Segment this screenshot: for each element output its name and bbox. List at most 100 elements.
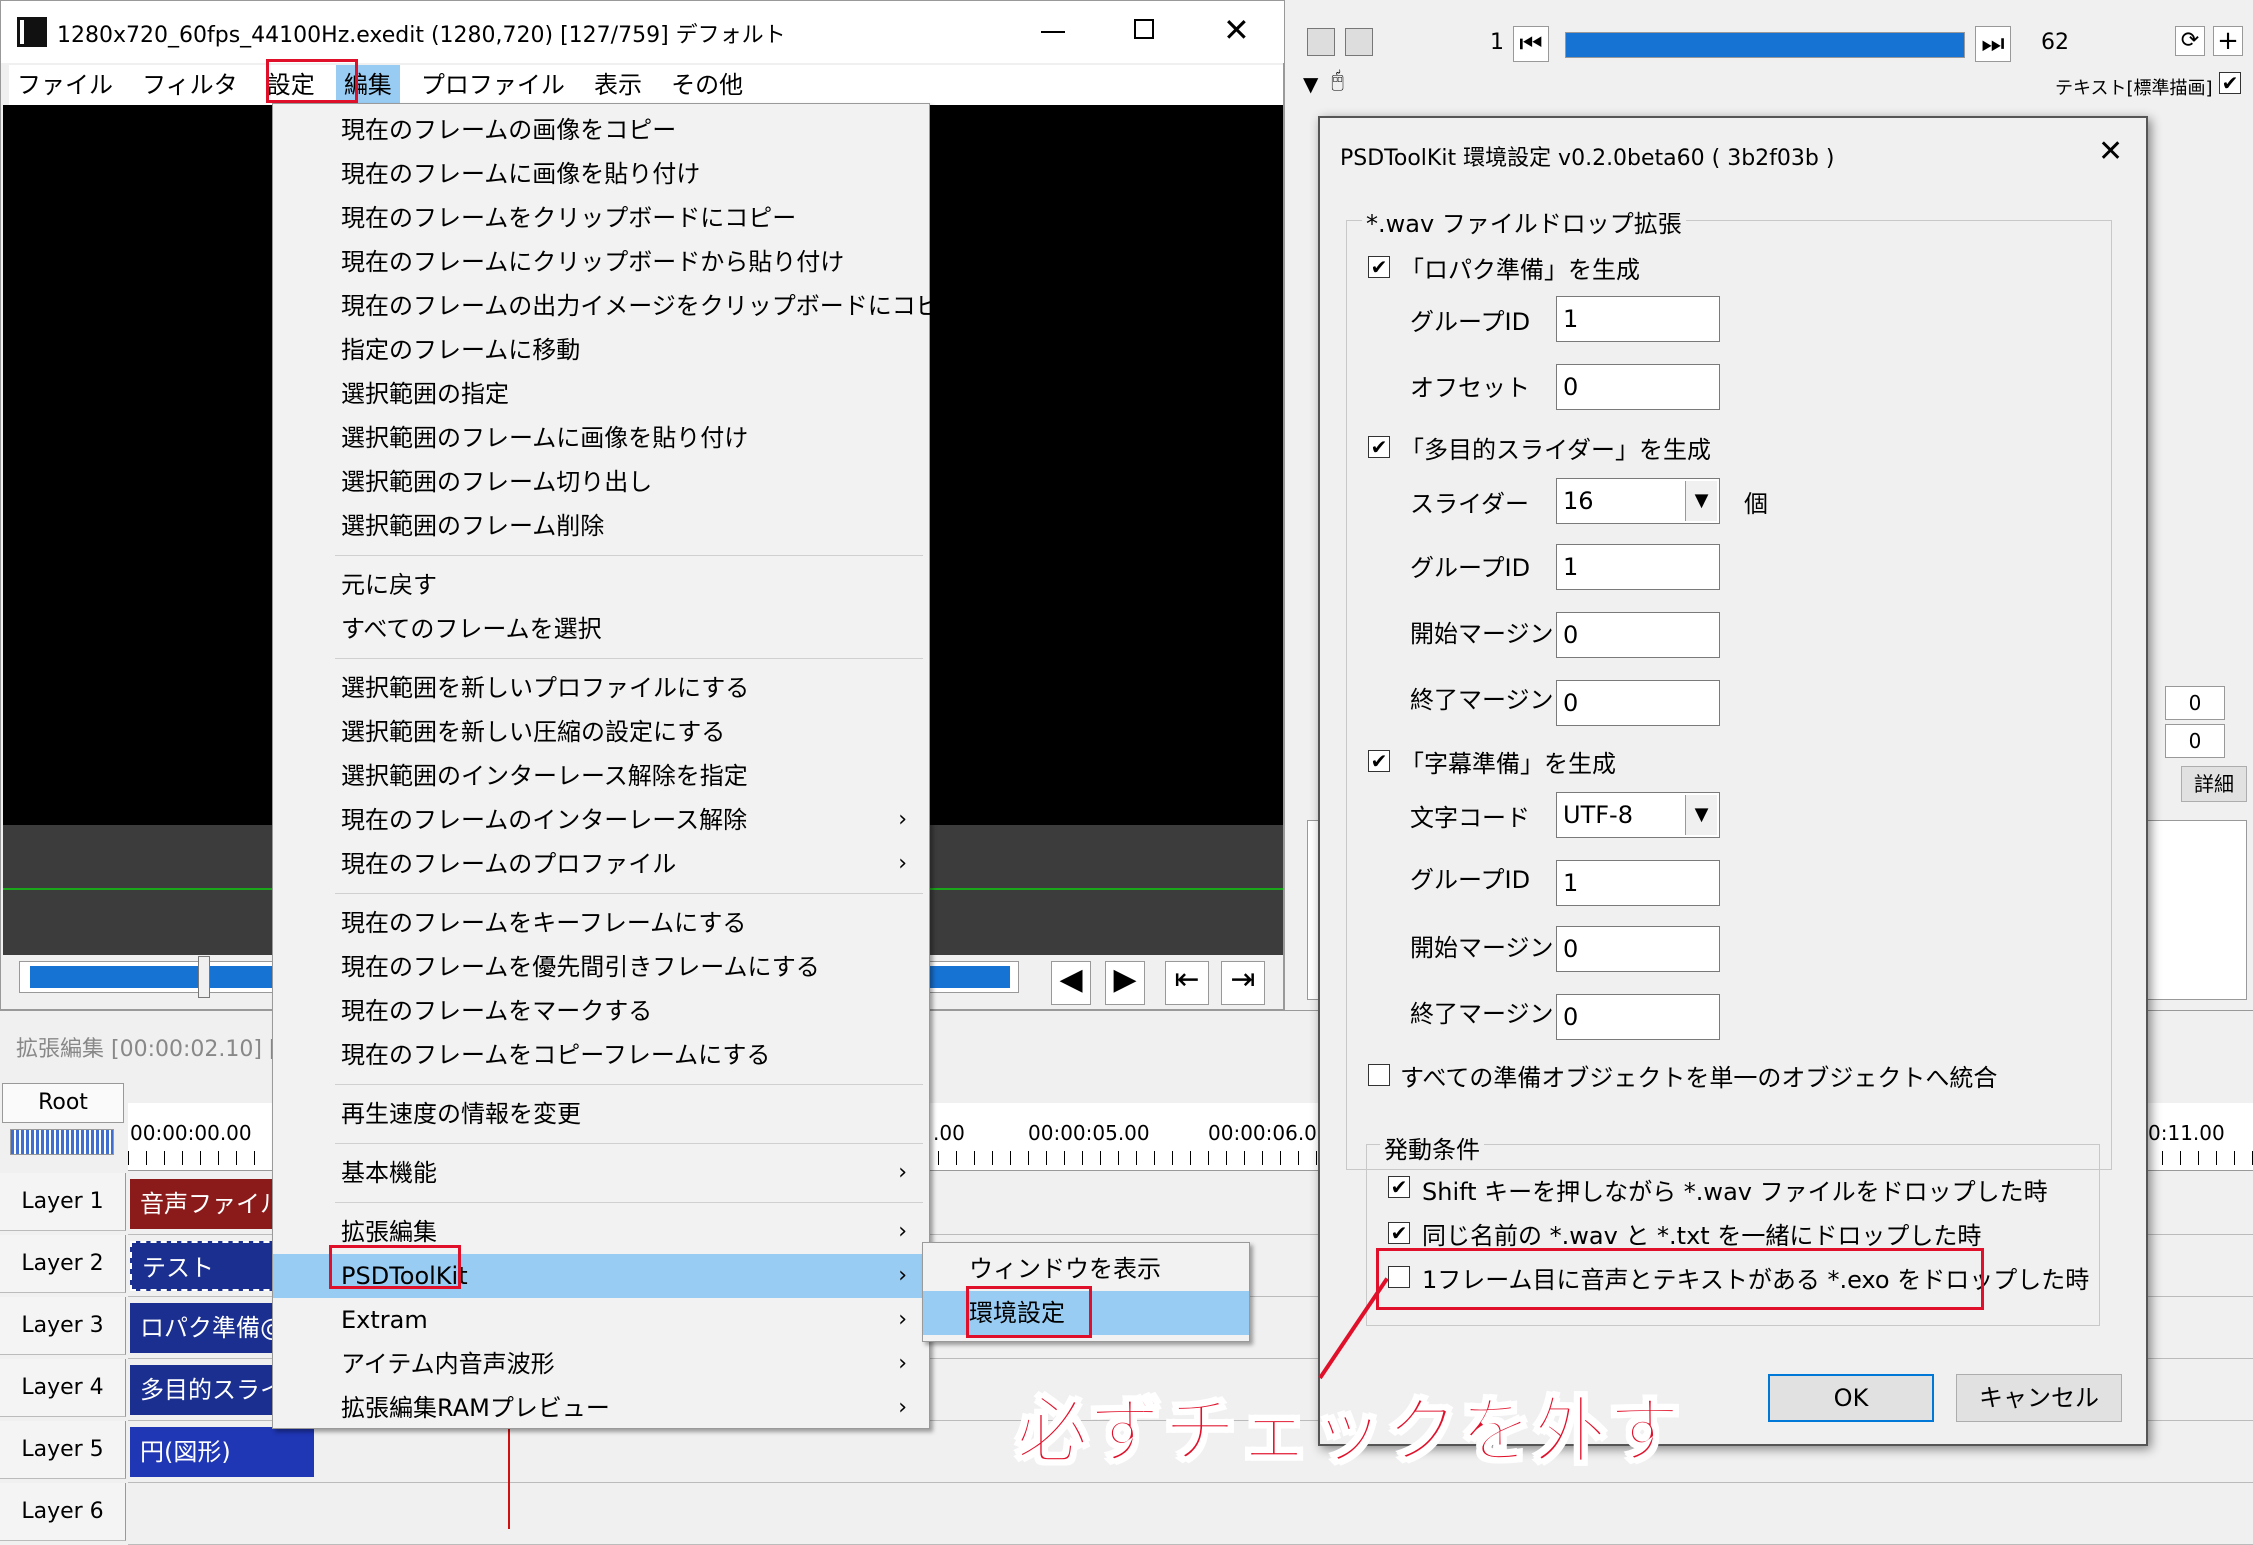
edit-menu-item[interactable]: 選択範囲のフレームに画像を貼り付け	[273, 416, 929, 460]
edit-menu-item[interactable]: 現在のフレームのインターレース解除 ›	[273, 798, 929, 842]
edit-menu-item[interactable]: すべてのフレームを選択	[273, 607, 929, 651]
edit-menu-item[interactable]: 基本機能 ›	[273, 1151, 929, 1195]
layer-row[interactable]	[128, 1483, 2253, 1545]
edit-menu-item[interactable]: 現在のフレームのプロファイル ›	[273, 842, 929, 886]
trigger-same-name-checkbox[interactable]: ✔	[1388, 1222, 1410, 1244]
jump-end-button[interactable]: ⇥	[1221, 961, 1265, 1005]
clip-circle[interactable]: 円(図形)	[130, 1427, 314, 1477]
slider-count-select[interactable]: 16 ▼	[1556, 478, 1720, 524]
panel-icon-1[interactable]	[1307, 28, 1335, 56]
clip-audio-file[interactable]: 音声ファイル[標	[130, 1179, 290, 1229]
menu-file[interactable]: ファイル	[9, 65, 121, 105]
edit-menu-item[interactable]: 元に戻す	[273, 563, 929, 607]
chevron-down-icon[interactable]: ▼	[1303, 72, 1318, 96]
frame-start: 1	[1490, 30, 1504, 55]
edit-menu-item-label: 現在のフレームを優先間引きフレームにする	[341, 953, 820, 981]
layer-6-label[interactable]: Layer 6	[0, 1483, 126, 1541]
menu-separator	[335, 658, 923, 659]
menu-view[interactable]: 表示	[586, 65, 650, 105]
edit-menu-item-label: 現在のフレームをキーフレームにする	[341, 909, 747, 937]
trigger-exo-highlight-box	[1376, 1248, 1984, 1310]
layer-3-label[interactable]: Layer 3	[0, 1297, 126, 1355]
text-object-checkbox[interactable]: ✔	[2219, 72, 2241, 94]
chevron-right-icon: ›	[898, 1395, 907, 1420]
lipsync-group-id-input[interactable]: 1	[1556, 296, 1720, 342]
trigger-shift-checkbox[interactable]: ✔	[1388, 1176, 1410, 1198]
cancel-button[interactable]: キャンセル	[1956, 1374, 2122, 1422]
edit-menu-item[interactable]: 選択範囲を新しいプロファイルにする	[273, 666, 929, 710]
subtitle-group-id-input[interactable]: 1	[1556, 860, 1720, 906]
clip-lipsync[interactable]: ロパク準備@	[130, 1303, 290, 1353]
clip-text[interactable]: テスト	[130, 1241, 290, 1291]
menu-other[interactable]: その他	[663, 65, 751, 105]
refresh-icon[interactable]: ⟳	[2175, 26, 2205, 56]
chevron-down-icon[interactable]: ▼	[1685, 481, 1717, 521]
close-button[interactable]: ✕	[1223, 11, 1250, 49]
edit-menu-item[interactable]: 現在のフレームの画像をコピー	[273, 108, 929, 152]
edit-menu-item[interactable]: 現在のフレームの出力イメージをクリップボードにコピー	[273, 284, 964, 328]
slider-start-margin-input[interactable]: 0	[1556, 612, 1720, 658]
dialog-close-icon[interactable]: ✕	[2098, 134, 2123, 169]
edit-menu-item-label: すべてのフレームを選択	[341, 615, 602, 643]
spin-field-1[interactable]: 0	[2165, 686, 2225, 720]
slider-checkbox[interactable]: ✔	[1368, 436, 1390, 458]
edit-menu-item[interactable]: 再生速度の情報を変更	[273, 1092, 929, 1136]
minimize-button[interactable]	[1041, 31, 1065, 33]
subtitle-checkbox[interactable]: ✔	[1368, 750, 1390, 772]
trigger-same-name-label: 同じ名前の *.wav と *.txt を一緒にドロップした時	[1422, 1222, 1982, 1250]
menu-profile[interactable]: プロファイル	[413, 65, 573, 105]
edit-menu-item[interactable]: 現在のフレームをキーフレームにする	[273, 901, 929, 945]
menu-filter[interactable]: フィルタ	[134, 65, 246, 105]
edit-menu-item[interactable]: 選択範囲のインターレース解除を指定	[273, 754, 929, 798]
edit-menu-item[interactable]: 現在のフレームをコピーフレームにする	[273, 1033, 929, 1077]
jump-start-button[interactable]: ⇤	[1165, 961, 1209, 1005]
maximize-button[interactable]	[1134, 19, 1154, 39]
edit-menu-item[interactable]: アイテム内音声波形 ›	[273, 1342, 929, 1386]
chevron-right-icon: ›	[898, 1160, 907, 1185]
ok-button[interactable]: OK	[1768, 1374, 1934, 1422]
lipsync-offset-input[interactable]: 0	[1556, 364, 1720, 410]
subtitle-end-margin-input[interactable]: 0	[1556, 994, 1720, 1040]
edit-menu-item[interactable]: 選択範囲のフレーム削除	[273, 504, 929, 548]
prev-frame-button[interactable]: ◀	[1051, 961, 1091, 1005]
edit-menu-item-label: 拡張編集	[341, 1218, 437, 1246]
edit-menu-item[interactable]: 現在のフレームをマークする	[273, 989, 929, 1033]
edit-menu-item[interactable]: 現在のフレームをクリップボードにコピー	[273, 196, 929, 240]
subtitle-encoding-select[interactable]: UTF-8 ▼	[1556, 792, 1720, 838]
slider-group-id-input[interactable]: 1	[1556, 544, 1720, 590]
edit-menu-item[interactable]: 拡張編集RAMプレビュー ›	[273, 1386, 929, 1430]
edit-menu-item[interactable]: 選択範囲を新しい圧縮の設定にする	[273, 710, 929, 754]
spin-field-2[interactable]: 0	[2165, 724, 2225, 758]
frame-slider[interactable]	[1565, 32, 1965, 58]
add-icon[interactable]: +	[2213, 26, 2243, 56]
trigger-group-title: 発動条件	[1380, 1130, 1484, 1165]
panel-icon-2[interactable]	[1345, 28, 1373, 56]
edit-menu-item[interactable]: 現在のフレームにクリップボードから貼り付け	[273, 240, 929, 284]
layer-4-label[interactable]: Layer 4	[0, 1359, 126, 1417]
layer-2-label[interactable]: Layer 2	[0, 1235, 126, 1293]
chevron-down-icon[interactable]: ▼	[1685, 795, 1717, 835]
edit-menu-item[interactable]: 現在のフレームを優先間引きフレームにする	[273, 945, 929, 989]
rewind-icon[interactable]: ⏮	[1513, 26, 1549, 62]
edit-menu-item[interactable]: 選択範囲の指定	[273, 372, 929, 416]
edit-menu-item[interactable]: 指定のフレームに移動	[273, 328, 929, 372]
subtitle-start-margin-input[interactable]: 0	[1556, 926, 1720, 972]
next-frame-button[interactable]: ▶	[1105, 961, 1145, 1005]
detail-button[interactable]: 詳細	[2181, 766, 2247, 802]
chevron-right-icon: ›	[898, 1351, 907, 1376]
edit-menu-item[interactable]: 選択範囲のフレーム切り出し	[273, 460, 929, 504]
fast-forward-icon[interactable]: ⏭	[1975, 26, 2011, 62]
clip-slider[interactable]: 多目的スライダ	[130, 1365, 290, 1415]
edit-menu-item[interactable]: Extram ›	[273, 1298, 929, 1342]
merge-checkbox[interactable]	[1368, 1064, 1390, 1086]
seek-thumb[interactable]	[198, 956, 210, 998]
lipsync-checkbox[interactable]: ✔	[1368, 256, 1390, 278]
wav-drop-group-title: *.wav ファイルドロップ拡張	[1362, 204, 1686, 239]
edit-menu-item[interactable]: 現在のフレームに画像を貼り付け	[273, 152, 929, 196]
edit-menu-item-label: 現在のフレームのインターレース解除	[341, 806, 748, 834]
layer-1-label[interactable]: Layer 1	[0, 1173, 126, 1231]
root-button[interactable]: Root	[2, 1083, 124, 1123]
slider-end-margin-input[interactable]: 0	[1556, 680, 1720, 726]
layer-5-label[interactable]: Layer 5	[0, 1421, 126, 1479]
psdtoolkit-submenu-item[interactable]: ウィンドウを表示	[923, 1247, 1249, 1291]
